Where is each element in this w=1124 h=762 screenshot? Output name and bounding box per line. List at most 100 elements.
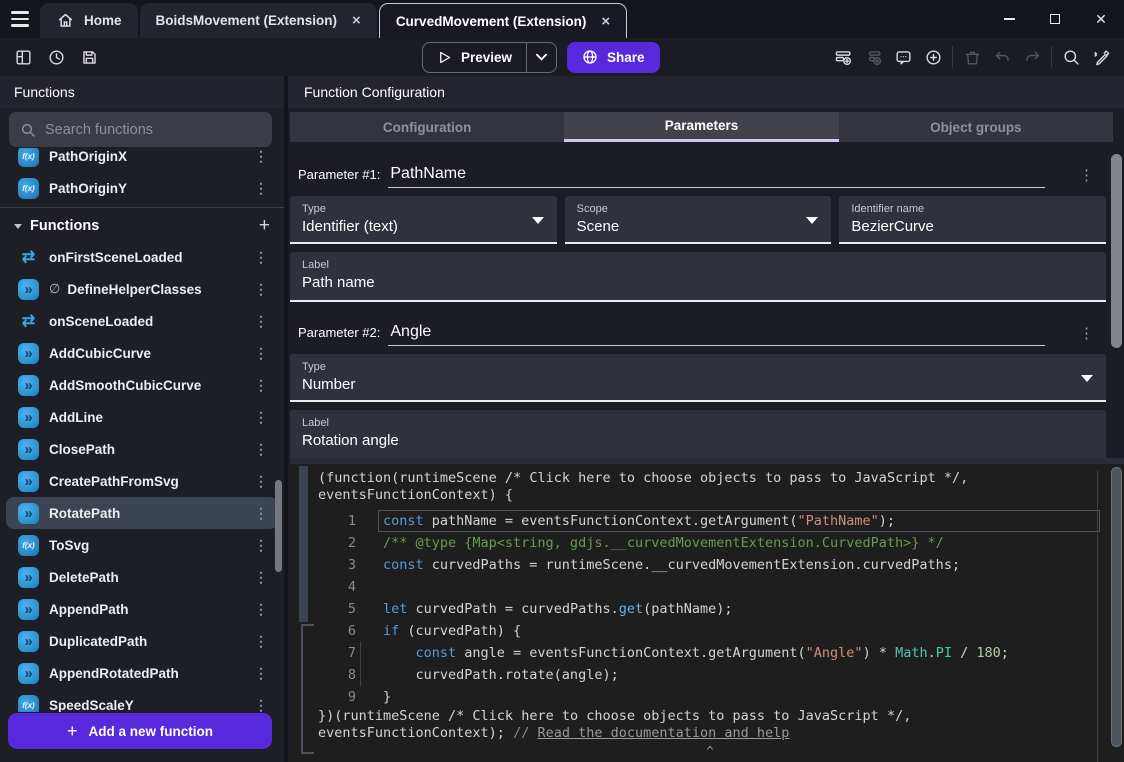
undo-button[interactable] bbox=[989, 44, 1015, 70]
code-line[interactable]: 1const pathName = eventsFunctionContext.… bbox=[318, 510, 1102, 532]
parameter-menu-icon[interactable]: ⋮ bbox=[1079, 324, 1100, 346]
tab-label: Home bbox=[84, 13, 122, 28]
item-menu-icon[interactable]: ⋮ bbox=[250, 281, 272, 298]
delete-button[interactable] bbox=[959, 44, 985, 70]
tab-curvedmovement-extension-[interactable]: CurvedMovement (Extension)× bbox=[379, 3, 627, 38]
menu-icon[interactable] bbox=[0, 0, 40, 38]
project-manager-button[interactable] bbox=[10, 44, 36, 70]
functions-section-header[interactable]: Functions+ bbox=[0, 211, 284, 241]
preview-dropdown-button[interactable] bbox=[526, 43, 556, 72]
code-line[interactable]: 7 const angle = eventsFunctionContext.ge… bbox=[318, 642, 1102, 664]
tab-object-groups[interactable]: Object groups bbox=[839, 112, 1113, 142]
add-comment-button[interactable] bbox=[890, 44, 916, 70]
item-menu-icon[interactable]: ⋮ bbox=[250, 601, 272, 618]
type-field[interactable]: TypeNumber bbox=[290, 354, 1106, 402]
function-item-tosvg[interactable]: f(x)ToSvg⋮ bbox=[6, 529, 278, 561]
code-line[interactable]: 3const curvedPaths = runtimeScene.__curv… bbox=[318, 554, 1102, 576]
item-menu-icon[interactable]: ⋮ bbox=[250, 505, 272, 522]
code-content[interactable]: (function(runtimeScene /* Click here to … bbox=[318, 470, 1102, 762]
label-field[interactable]: LabelRotation angle bbox=[290, 410, 1106, 460]
action-function-icon: » bbox=[18, 407, 39, 428]
tab-home[interactable]: Home bbox=[40, 3, 138, 38]
code-line[interactable]: 8 curvedPath.rotate(angle); bbox=[318, 664, 1102, 686]
tab-parameters[interactable]: Parameters bbox=[564, 112, 838, 142]
item-menu-icon[interactable]: ⋮ bbox=[250, 345, 272, 362]
add-event-button[interactable] bbox=[830, 44, 856, 70]
field-label: Label bbox=[302, 417, 1094, 429]
function-item-createpathfromsvg[interactable]: »CreatePathFromSvg⋮ bbox=[6, 465, 278, 497]
extension-edit-button[interactable] bbox=[1088, 44, 1114, 70]
redo-button[interactable] bbox=[1019, 44, 1045, 70]
item-menu-icon[interactable]: ⋮ bbox=[250, 180, 272, 197]
add-sub-event-button[interactable] bbox=[860, 44, 886, 70]
function-item-rotatepath[interactable]: »RotatePath⋮ bbox=[6, 497, 278, 529]
function-item-pathoriginy[interactable]: f(x)PathOriginY⋮ bbox=[6, 172, 278, 204]
share-button[interactable]: Share bbox=[567, 42, 660, 73]
code-line[interactable]: 4 bbox=[318, 576, 1102, 598]
code-line[interactable]: 2/** @type {Map<string, gdjs.__curvedMov… bbox=[318, 532, 1102, 554]
function-item-label: AppendPath bbox=[49, 602, 129, 617]
function-item-pathoriginx[interactable]: f(x)PathOriginX⋮ bbox=[6, 148, 278, 172]
parameter-menu-icon[interactable]: ⋮ bbox=[1079, 166, 1100, 188]
minimize-button[interactable] bbox=[986, 0, 1032, 38]
collapse-hint-icon[interactable]: ^ bbox=[318, 744, 1102, 758]
add-circle-button[interactable] bbox=[920, 44, 946, 70]
tab-close-icon[interactable]: × bbox=[601, 14, 610, 29]
item-menu-icon[interactable]: ⋮ bbox=[250, 313, 272, 330]
item-menu-icon[interactable]: ⋮ bbox=[250, 697, 272, 713]
item-menu-icon[interactable]: ⋮ bbox=[250, 441, 272, 458]
function-item-definehelperclasses[interactable]: »∅DefineHelperClasses⋮ bbox=[6, 273, 278, 305]
toolbar-right-icons bbox=[828, 44, 1124, 70]
function-item-appendrotatedpath[interactable]: »AppendRotatedPath⋮ bbox=[6, 657, 278, 689]
item-menu-icon[interactable]: ⋮ bbox=[250, 665, 272, 682]
function-item-addcubiccurve[interactable]: »AddCubicCurve⋮ bbox=[6, 337, 278, 369]
item-menu-icon[interactable]: ⋮ bbox=[250, 473, 272, 490]
tab-close-icon[interactable]: × bbox=[352, 13, 361, 28]
code-text: let curvedPath = curvedPaths.get(pathNam… bbox=[383, 598, 733, 620]
type-field[interactable]: TypeIdentifier (text) bbox=[290, 196, 557, 244]
item-menu-icon[interactable]: ⋮ bbox=[250, 249, 272, 266]
editor-scrollbar[interactable] bbox=[1111, 467, 1122, 747]
tab-configuration[interactable]: Configuration bbox=[290, 112, 564, 142]
maximize-button[interactable] bbox=[1032, 0, 1078, 38]
close-button[interactable]: ✕ bbox=[1078, 0, 1124, 38]
code-line[interactable]: 9} bbox=[318, 686, 1102, 708]
item-menu-icon[interactable]: ⋮ bbox=[250, 377, 272, 394]
item-menu-icon[interactable]: ⋮ bbox=[250, 409, 272, 426]
search-button[interactable] bbox=[1058, 44, 1084, 70]
function-item-appendpath[interactable]: »AppendPath⋮ bbox=[6, 593, 278, 625]
javascript-code-editor[interactable]: (function(runtimeScene /* Click here to … bbox=[290, 458, 1124, 762]
code-line[interactable]: 5let curvedPath = curvedPaths.get(pathNa… bbox=[318, 598, 1102, 620]
function-item-addsmoothcubiccurve[interactable]: »AddSmoothCubicCurve⋮ bbox=[6, 369, 278, 401]
function-item-closepath[interactable]: »ClosePath⋮ bbox=[6, 433, 278, 465]
scope-field[interactable]: ScopeScene bbox=[565, 196, 832, 244]
save-button[interactable] bbox=[76, 44, 102, 70]
parameter-name-input[interactable]: Angle bbox=[388, 323, 1045, 346]
label-field[interactable]: LabelPath name bbox=[290, 252, 1106, 302]
tab-boidsmovement-extension-[interactable]: BoidsMovement (Extension)× bbox=[140, 3, 377, 38]
sidebar-scrollbar[interactable] bbox=[275, 480, 282, 572]
parameter-name-input[interactable]: PathName bbox=[388, 165, 1045, 188]
search-functions-input[interactable]: Search functions bbox=[9, 112, 272, 147]
add-function-icon[interactable]: + bbox=[259, 215, 270, 237]
add-new-function-button[interactable]: + Add a new function bbox=[8, 713, 272, 749]
function-item-speedscaley[interactable]: f(x)SpeedScaleY⋮ bbox=[6, 689, 278, 712]
documentation-link[interactable]: Read the documentation and help bbox=[537, 725, 789, 741]
function-item-addline[interactable]: »AddLine⋮ bbox=[6, 401, 278, 433]
function-item-onfirstsceneloaded[interactable]: ⇄onFirstSceneLoaded⋮ bbox=[6, 241, 278, 273]
item-menu-icon[interactable]: ⋮ bbox=[250, 569, 272, 586]
history-button[interactable] bbox=[43, 44, 69, 70]
function-item-onsceneloaded[interactable]: ⇄onSceneLoaded⋮ bbox=[6, 305, 278, 337]
function-item-deletepath[interactable]: »DeletePath⋮ bbox=[6, 561, 278, 593]
code-text: } bbox=[383, 686, 391, 708]
collapse-caret-icon[interactable] bbox=[14, 224, 22, 229]
preview-button[interactable]: Preview bbox=[422, 42, 557, 73]
parameters-scrollbar[interactable] bbox=[1111, 154, 1122, 348]
identifier-name-field[interactable]: Identifier nameBezierCurve bbox=[839, 196, 1106, 244]
item-menu-icon[interactable]: ⋮ bbox=[250, 148, 272, 165]
function-item-label: DefineHelperClasses bbox=[67, 282, 201, 297]
item-menu-icon[interactable]: ⋮ bbox=[250, 633, 272, 650]
item-menu-icon[interactable]: ⋮ bbox=[250, 537, 272, 554]
code-line[interactable]: 6if (curvedPath) { bbox=[318, 620, 1102, 642]
function-item-duplicatedpath[interactable]: »DuplicatedPath⋮ bbox=[6, 625, 278, 657]
